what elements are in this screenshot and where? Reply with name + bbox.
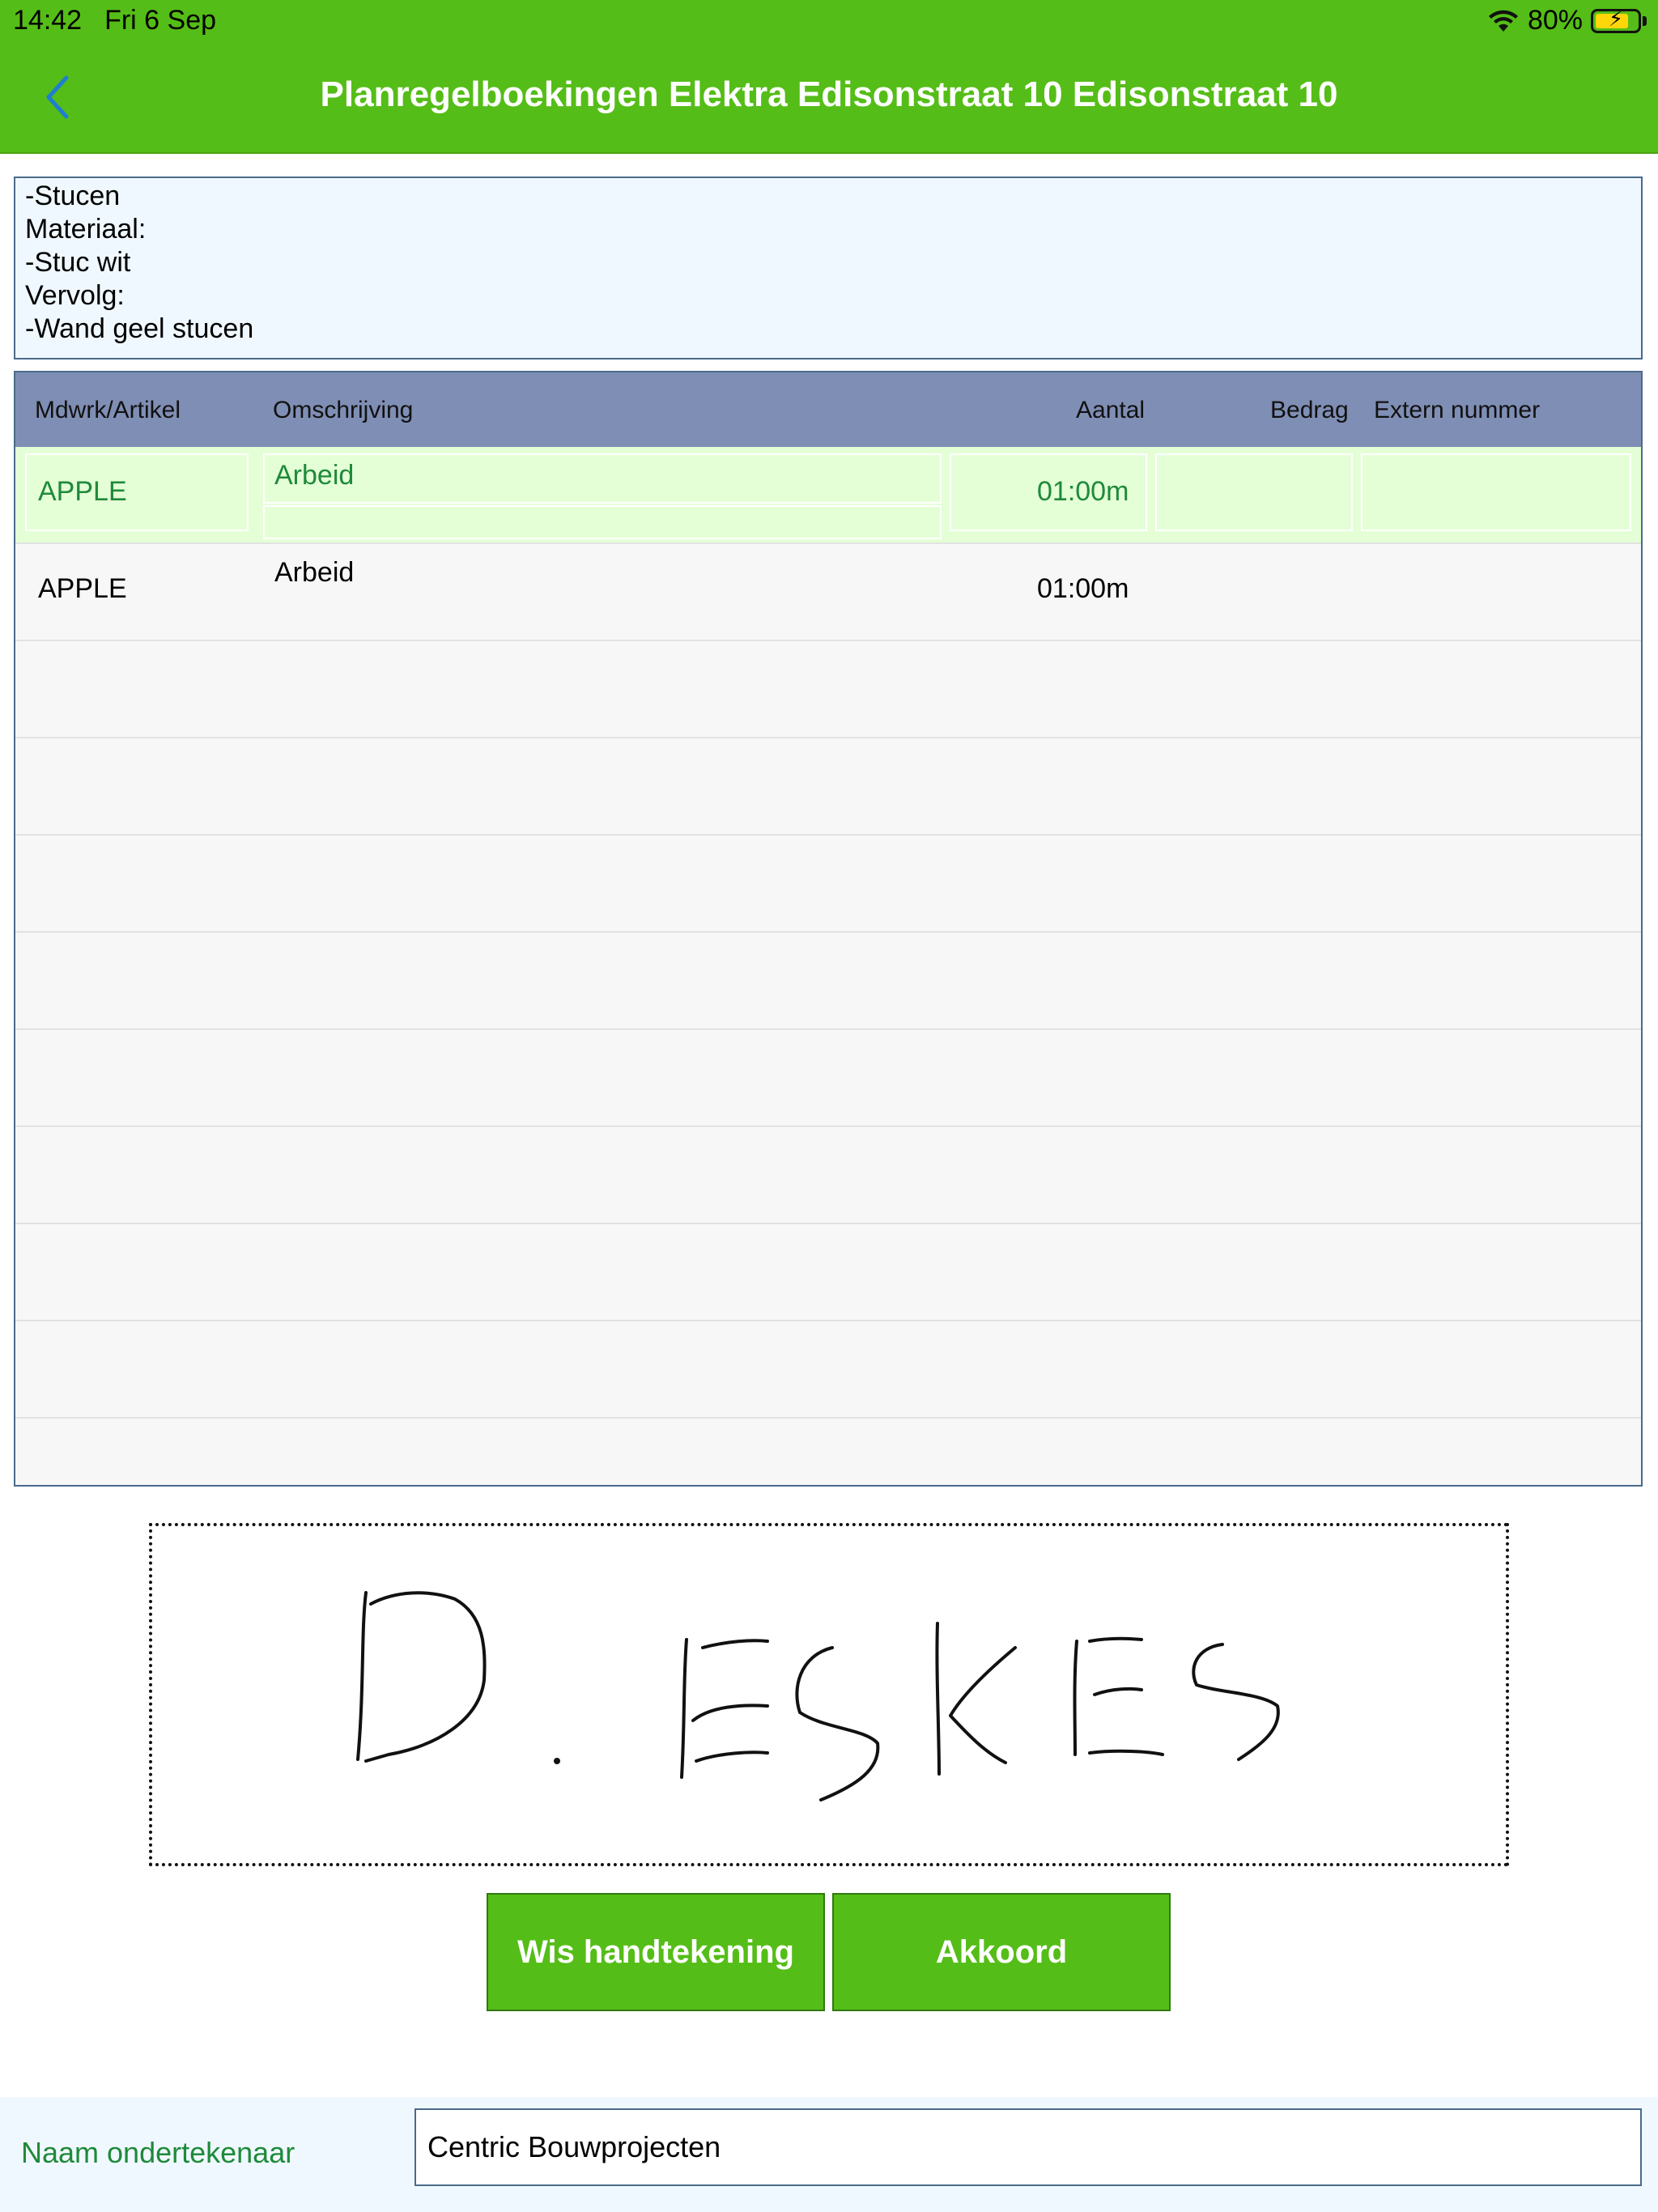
table-row-empty[interactable] [15, 1321, 1641, 1419]
table-row-empty[interactable] [15, 1224, 1641, 1321]
omschrijving-extra-cell[interactable] [263, 505, 942, 539]
row-artikel: APPLE [38, 573, 127, 604]
header-bar: 14:42 Fri 6 Sep 80% ⚡ Planregelboekingen… [0, 0, 1658, 154]
signer-name-input[interactable]: Centric Bouwprojecten [414, 2108, 1642, 2186]
bookings-table: Mdwrk/Artikel Omschrijving Aantal Bedrag… [14, 371, 1643, 1487]
row-aantal: 01:00m [1037, 573, 1129, 604]
table-row-empty[interactable] [15, 738, 1641, 836]
status-date: Fri 6 Sep [104, 5, 217, 36]
table-row-empty[interactable] [15, 1030, 1641, 1127]
column-header-artikel[interactable]: Mdwrk/Artikel [35, 397, 181, 424]
column-header-extern-nummer[interactable]: Extern nummer [1374, 397, 1540, 424]
bedrag-cell[interactable] [1155, 453, 1353, 531]
status-time: 14:42 [13, 5, 83, 36]
notes-line: -Wand geel stucen [25, 313, 254, 344]
signer-name-label: Naam ondertekenaar [21, 2136, 295, 2169]
notes-line: Materiaal: [25, 214, 147, 245]
table-row[interactable]: APPLE Arbeid 01:00m [15, 544, 1641, 641]
notes-line: Vervolg: [25, 280, 125, 311]
table-row-empty[interactable] [15, 1127, 1641, 1224]
notes-line: -Stuc wit [25, 247, 131, 278]
battery-percentage: 80% [1527, 5, 1583, 36]
column-header-aantal[interactable]: Aantal [1076, 397, 1145, 424]
row-aantal: 01:00m [1037, 476, 1129, 507]
status-bar-right: 80% ⚡ [1487, 5, 1647, 36]
extern-nummer-cell[interactable] [1361, 453, 1631, 531]
accept-button[interactable]: Akkoord [832, 1893, 1171, 2011]
row-omschrijving: Arbeid [274, 460, 355, 491]
signature-pad[interactable] [149, 1523, 1509, 1866]
notes-line: -Stucen [25, 181, 121, 211]
clear-signature-button[interactable]: Wis handtekening [487, 1893, 825, 2011]
battery-icon: ⚡ [1591, 6, 1641, 33]
table-row-empty[interactable] [15, 933, 1641, 1030]
row-omschrijving: Arbeid [274, 557, 355, 588]
wifi-icon [1488, 10, 1518, 32]
column-header-omschrijving[interactable]: Omschrijving [273, 397, 413, 424]
table-row-empty[interactable] [15, 641, 1641, 738]
page-title: Planregelboekingen Elektra Edisonstraat … [320, 74, 1338, 114]
charging-bolt-icon: ⚡ [1608, 6, 1624, 31]
signature-drawing [356, 1591, 1280, 1802]
notes-textarea[interactable]: -Stucen Materiaal: -Stuc wit Vervolg: -W… [14, 177, 1643, 359]
battery-nub [1643, 15, 1647, 26]
table-row-selected[interactable]: APPLE Arbeid 01:00m [15, 447, 1641, 544]
signer-bar: Naam ondertekenaar Centric Bouwprojecten [0, 2097, 1658, 2212]
table-header: Mdwrk/Artikel Omschrijving Aantal Bedrag… [15, 372, 1641, 447]
omschrijving-cell[interactable] [263, 453, 942, 504]
table-row-empty[interactable] [15, 836, 1641, 933]
column-header-bedrag[interactable]: Bedrag [1270, 397, 1349, 424]
row-artikel: APPLE [38, 476, 127, 507]
status-bar-left: 14:42 Fri 6 Sep [13, 5, 216, 36]
